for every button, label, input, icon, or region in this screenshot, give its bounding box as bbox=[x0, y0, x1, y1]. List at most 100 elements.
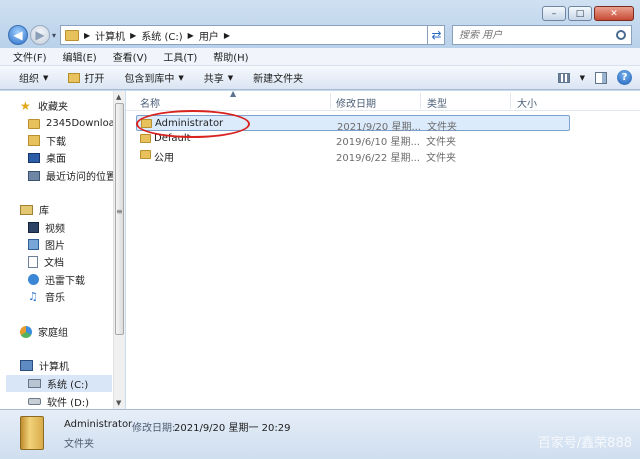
nav-item-label: 视频 bbox=[45, 224, 65, 235]
toolbar-right: ▼ ? bbox=[557, 70, 632, 85]
window-controls: – □ ✕ bbox=[542, 6, 634, 21]
preview-pane-icon[interactable] bbox=[595, 71, 607, 84]
folder-icon bbox=[20, 416, 44, 450]
document-library-icon bbox=[28, 255, 38, 268]
nav-item-label: 系统 (C:) bbox=[47, 380, 89, 391]
grip-icon: ≡ bbox=[116, 207, 123, 216]
desktop-icon bbox=[28, 152, 40, 163]
nav-item-label: 音乐 bbox=[45, 293, 65, 304]
menu-edit[interactable]: 编辑(E) bbox=[63, 49, 97, 64]
column-divider[interactable] bbox=[420, 93, 421, 109]
file-modified: 2019/6/10 星期... bbox=[336, 137, 420, 148]
details-name: Administrator bbox=[64, 419, 133, 430]
library-icon bbox=[20, 204, 33, 215]
open-button[interactable]: 打开 bbox=[68, 70, 104, 85]
file-type: 文件夹 bbox=[426, 137, 456, 148]
maximize-button[interactable]: □ bbox=[568, 6, 592, 21]
nav-item-label: 软件 (D:) bbox=[47, 398, 90, 409]
scroll-down-icon[interactable]: ▼ bbox=[116, 399, 121, 407]
folder-icon bbox=[28, 118, 40, 129]
menu-bar: 文件(F) 编辑(E) 查看(V) 工具(T) 帮助(H) bbox=[0, 48, 640, 66]
organize-label: 组织 bbox=[19, 74, 39, 85]
music-note-icon: ♫ bbox=[28, 290, 38, 303]
chevron-down-icon: ▼ bbox=[178, 73, 184, 82]
minimize-button[interactable]: – bbox=[542, 6, 566, 21]
sort-ascending-icon: ▲ bbox=[230, 89, 237, 98]
file-modified: 2019/6/22 星期... bbox=[336, 153, 420, 164]
menu-help[interactable]: 帮助(H) bbox=[213, 49, 248, 64]
column-modified[interactable]: 修改日期 bbox=[336, 95, 376, 110]
scroll-up-icon[interactable]: ▲ bbox=[116, 93, 121, 101]
include-in-library-button[interactable]: 包含到库中 ▼ bbox=[124, 70, 184, 86]
column-type[interactable]: 类型 bbox=[427, 95, 447, 110]
nav-item-label: 文档 bbox=[44, 258, 64, 269]
system-drive-icon bbox=[28, 379, 41, 388]
new-folder-button[interactable]: 新建文件夹 bbox=[253, 70, 303, 85]
chevron-down-icon[interactable]: ▼ bbox=[580, 74, 585, 82]
view-options-icon[interactable] bbox=[557, 72, 570, 83]
computer-icon bbox=[20, 360, 33, 371]
include-in-library-label: 包含到库中 bbox=[124, 74, 175, 85]
chevron-right-icon[interactable]: ▶ bbox=[84, 31, 90, 40]
chevron-right-icon[interactable]: ▶ bbox=[224, 31, 230, 40]
title-bar: – □ ✕ ◀ ▶ ▾ ▶ 计算机 ▶ 系统 (C:) ▶ 用户 ▶ ⇄ bbox=[0, 0, 640, 48]
nav-item-label: 迅雷下载 bbox=[45, 276, 85, 287]
breadcrumb-drive-c[interactable]: 系统 (C:) bbox=[141, 28, 182, 43]
red-highlight-annotation bbox=[136, 110, 250, 138]
menu-tools[interactable]: 工具(T) bbox=[163, 49, 197, 64]
search-box[interactable] bbox=[452, 25, 632, 45]
nav-item-label: 2345Downloads bbox=[46, 118, 114, 129]
back-button[interactable]: ◀ bbox=[8, 25, 28, 45]
details-pane: Administrator 修改日期: 2021/9/20 星期一 20:29 … bbox=[0, 409, 640, 459]
star-icon: ★ bbox=[20, 98, 31, 113]
nav-item-label: 最近访问的位置 bbox=[46, 172, 116, 183]
menu-view[interactable]: 查看(V) bbox=[113, 49, 148, 64]
forward-button[interactable]: ▶ bbox=[30, 25, 50, 45]
breadcrumb-users[interactable]: 用户 bbox=[199, 28, 219, 43]
video-library-icon bbox=[28, 222, 39, 233]
menu-file[interactable]: 文件(F) bbox=[13, 49, 47, 64]
nav-computer-label: 计算机 bbox=[39, 362, 69, 373]
column-divider[interactable] bbox=[510, 93, 511, 109]
organize-button[interactable]: 组织 ▼ bbox=[19, 70, 48, 86]
table-row[interactable]: 公用 2019/6/22 星期... 文件夹 bbox=[136, 147, 570, 164]
column-size[interactable]: 大小 bbox=[517, 95, 537, 110]
nav-libraries-label: 库 bbox=[39, 206, 49, 217]
file-type: 文件夹 bbox=[426, 153, 456, 164]
nav-favorites-label: 收藏夹 bbox=[38, 102, 68, 113]
recent-pages-dropdown[interactable]: ▾ bbox=[52, 31, 56, 40]
column-name[interactable]: 名称 bbox=[140, 95, 160, 110]
chevron-down-icon: ▼ bbox=[227, 73, 234, 82]
breadcrumb-computer[interactable]: 计算机 bbox=[95, 28, 125, 43]
folder-icon bbox=[65, 29, 79, 41]
nav-item-label: 下载 bbox=[46, 137, 66, 148]
address-bar[interactable]: ▶ 计算机 ▶ 系统 (C:) ▶ 用户 ▶ bbox=[60, 25, 445, 45]
navigation-pane: ★ 收藏夹 2345Downloads 下载 桌面 最近访问的位置 库 视频 图… bbox=[0, 91, 125, 409]
drive-icon bbox=[28, 398, 41, 405]
search-input[interactable] bbox=[459, 29, 609, 41]
chevron-right-icon[interactable]: ▶ bbox=[130, 31, 136, 40]
new-folder-label: 新建文件夹 bbox=[253, 74, 304, 85]
recent-places-icon bbox=[28, 170, 40, 181]
help-icon[interactable]: ? bbox=[617, 70, 632, 85]
share-button[interactable]: 共享 ▼ bbox=[203, 70, 234, 86]
nav-item-label: 桌面 bbox=[46, 154, 66, 165]
open-label: 打开 bbox=[84, 74, 105, 85]
folder-icon bbox=[140, 134, 151, 143]
scrollbar-thumb[interactable] bbox=[115, 103, 124, 335]
details-modified-value: 2021/9/20 星期一 20:29 bbox=[174, 423, 291, 434]
watermark: 百家号/鑫荣888 bbox=[537, 436, 632, 451]
file-list: ▲ 名称 修改日期 类型 大小 Administrator 2021/9/20 … bbox=[126, 89, 640, 409]
nav-scrollbar[interactable]: ▲ ≡ ▼ bbox=[113, 91, 125, 409]
folder-open-icon bbox=[68, 72, 81, 83]
close-button[interactable]: ✕ bbox=[594, 6, 634, 21]
nav-item-drive-c[interactable]: 系统 (C:) bbox=[6, 375, 112, 392]
chevron-right-icon[interactable]: ▶ bbox=[188, 31, 194, 40]
search-icon[interactable] bbox=[616, 30, 626, 40]
downloads-folder-icon bbox=[28, 135, 40, 146]
refresh-icon[interactable]: ⇄ bbox=[427, 25, 445, 45]
details-modified-label: 修改日期: bbox=[132, 423, 176, 434]
nav-item-2345downloads[interactable]: 2345Downloads bbox=[28, 115, 114, 132]
share-label: 共享 bbox=[203, 74, 224, 85]
column-divider[interactable] bbox=[330, 93, 331, 109]
